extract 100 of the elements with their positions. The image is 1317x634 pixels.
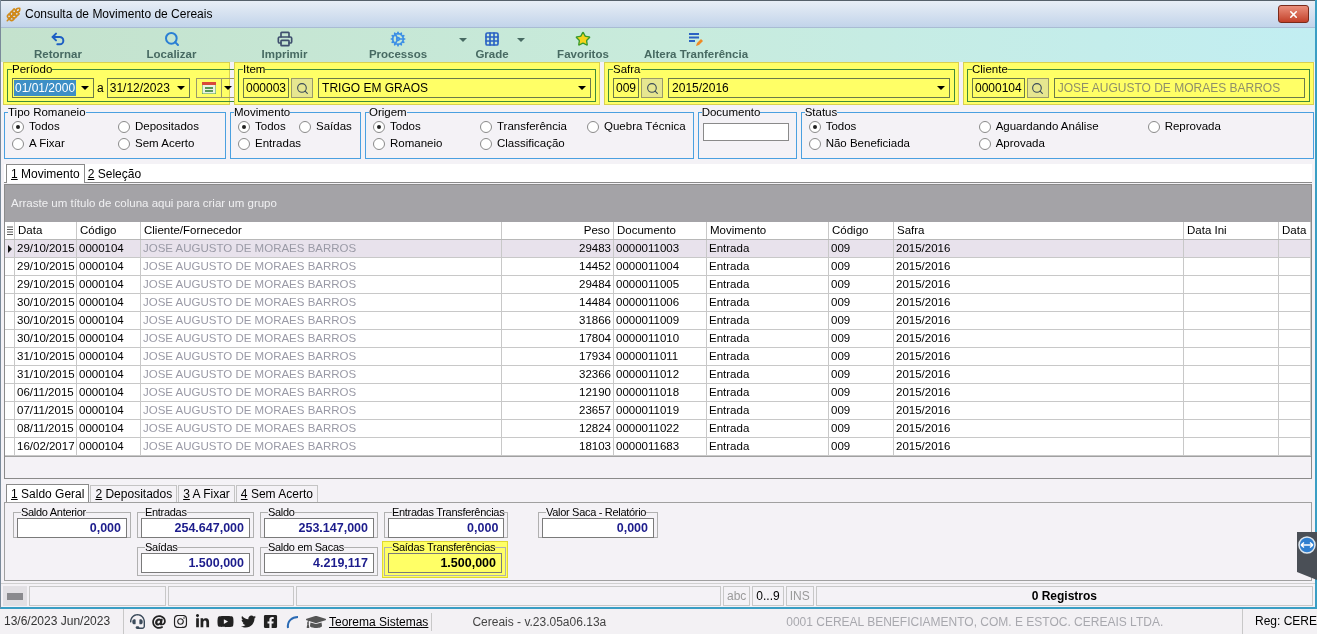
table-row[interactable]: 08/11/2015 0000104 JOSE AUGUSTO DE MORAES BARROS 12824 0000011022 Entrada 009 2015/2016 [5,420,1311,438]
tab[interactable]: 1 Movimento [6,164,85,183]
column-header[interactable]: Cliente/Fornecedor [141,222,502,239]
radio-option[interactable]: Quebra Técnica [587,119,686,135]
graduation-cap-icon[interactable] [306,613,326,630]
table-cell: 009 [831,422,851,434]
name-dropdown[interactable]: TRIGO EM GRAOS [318,78,591,98]
table-row[interactable]: 31/10/2015 0000104 JOSE AUGUSTO DE MORAES BARROS 32366 0000011012 Entrada 009 2015/2016 [5,366,1311,384]
table-cell: 2015/2016 [896,296,951,308]
toolbar-button[interactable]: Favoritos [529,28,637,62]
column-header[interactable]: Código [77,222,141,239]
toolbar-button[interactable]: Imprimir [228,28,341,62]
table-row[interactable]: 30/10/2015 0000104 JOSE AUGUSTO DE MORAES BARROS 14484 0000011006 Entrada 009 2015/2016 [5,294,1311,312]
table-row[interactable]: 29/10/2015 0000104 JOSE AUGUSTO DE MORAES BARROS 29483 0000011003 Entrada 009 2015/2016 [5,240,1311,258]
document-field[interactable] [702,123,789,141]
table-cell: JOSE AUGUSTO DE MORAES BARROS [143,296,357,308]
close-button[interactable] [1278,5,1309,23]
table-cell: 31/10/2015 [17,350,75,362]
keyboard-icon[interactable] [3,585,27,606]
headset-icon[interactable] [130,614,145,629]
column-header[interactable]: Documento [614,222,707,239]
radio-option[interactable]: Todos [373,119,421,135]
table-cell: Entrada [709,440,750,452]
table-cell: 009 [831,332,851,344]
column-header[interactable]: Data [1279,222,1311,239]
table-row[interactable]: 07/11/2015 0000104 JOSE AUGUSTO DE MORAES BARROS 23657 0000011019 Entrada 009 2015/2016 [5,402,1311,420]
table-row[interactable]: 29/10/2015 0000104 JOSE AUGUSTO DE MORAES BARROS 29484 0000011005 Entrada 009 2015/2016 [5,276,1311,294]
table-cell: 30/10/2015 [17,332,75,344]
name-dropdown[interactable]: 2015/2016 [668,78,950,98]
search-button[interactable] [1026,78,1049,98]
table-row[interactable]: 30/10/2015 0000104 JOSE AUGUSTO DE MORAES BARROS 31866 0000011009 Entrada 009 2015/2016 [5,312,1311,330]
table-cell: 2015/2016 [896,242,951,254]
radio-option[interactable]: Sem Acerto [118,136,195,152]
group-label: Movimento [234,106,291,118]
column-header[interactable]: Data Ini [1184,222,1279,239]
radio-option[interactable]: A Fixar [12,136,65,152]
toolbar-button[interactable]: Grade [471,28,529,62]
table-row[interactable]: 30/10/2015 0000104 JOSE AUGUSTO DE MORAES BARROS 17804 0000011010 Entrada 009 2015/2016 [5,330,1311,348]
at-sign-icon[interactable] [152,614,166,629]
tab[interactable]: 2 Depositados [90,485,178,502]
table-cell: 31866 [579,314,611,326]
table-cell: 009 [831,260,851,272]
radio-option[interactable]: Aprovada [978,136,1045,152]
radio-option[interactable]: Classificação [480,136,565,152]
search-icon [645,81,659,95]
column-header[interactable]: Movimento [707,222,829,239]
linkedin-icon[interactable] [195,614,210,629]
table-cell: 0000011019 [616,404,680,416]
radio-option[interactable]: Depositados [118,119,199,135]
table-cell: Entrada [709,296,750,308]
table-cell: 29/10/2015 [17,260,75,272]
table-cell: 29484 [579,278,611,290]
search-button[interactable] [641,78,664,98]
table-cell: 0000104 [79,296,124,308]
radio-option[interactable]: Todos [238,119,286,135]
table-row[interactable]: 06/11/2015 0000104 JOSE AUGUSTO DE MORAES BARROS 12190 0000011018 Entrada 009 2015/2016 [5,384,1311,402]
search-button[interactable] [291,78,314,98]
table-cell: 0000104 [79,440,124,452]
footer-date: 13/6/2023 Jun/2023 [0,609,124,634]
radio-option[interactable]: Saídas [299,119,352,135]
youtube-icon[interactable] [217,614,234,629]
radio-option[interactable]: Todos [12,119,60,135]
radio-option[interactable]: Todos [808,119,857,135]
code-field[interactable]: 009 [613,78,640,98]
column-header[interactable]: Safra [894,222,1184,239]
column-chooser-icon[interactable] [6,225,13,236]
table-cell: 0000011010 [616,332,680,344]
column-header[interactable]: Data [15,222,77,239]
radio-option[interactable]: Transferência [480,119,567,135]
tab[interactable]: 2 Seleção [84,165,145,182]
table-cell: 009 [831,350,851,362]
company-link[interactable]: Teorema Sistemas [329,612,433,631]
toolbar-button[interactable]: Processos [341,28,471,62]
radio-option[interactable]: Aguardando Análise [978,119,1099,135]
instagram-icon[interactable] [173,614,188,629]
table-cell: Entrada [709,404,750,416]
table-row[interactable]: 31/10/2015 0000104 JOSE AUGUSTO DE MORAES BARROS 17934 0000011011 Entrada 009 2015/2016 [5,348,1311,366]
radio-option[interactable]: Romaneio [373,136,443,152]
column-header[interactable]: Peso [502,222,614,239]
table-cell: 29/10/2015 [17,242,75,254]
date-dropdown[interactable]: 01/01/2000 [12,78,95,98]
code-field[interactable]: 0000104 [972,78,1025,98]
table-cell: JOSE AUGUSTO DE MORAES BARROS [143,314,357,326]
column-header[interactable]: Código [829,222,894,239]
facebook-icon[interactable] [263,614,278,629]
radio-option[interactable]: Entradas [238,136,302,152]
table-row[interactable]: 16/02/2017 0000104 JOSE AUGUSTO DE MORAES BARROS 18103 0000011683 Entrada 009 2015/2016 [5,438,1311,456]
tab[interactable]: 4 Sem Acerto [235,485,318,502]
toolbar-button[interactable]: Altera Tranferência [637,28,755,62]
radio-option[interactable]: Não Beneficiada [808,136,911,152]
swoosh-icon[interactable] [285,614,299,629]
date-dropdown[interactable]: 31/12/2023 [106,78,190,98]
table-row[interactable]: 29/10/2015 0000104 JOSE AUGUSTO DE MORAES BARROS 14452 0000011004 Entrada 009 2015/2016 [5,258,1311,276]
radio-option[interactable]: Reprovada [1147,119,1221,135]
dropdown-arrow-icon [224,86,233,90]
toolbar-button[interactable]: Localizar [115,28,228,62]
twitter-icon[interactable] [241,614,256,629]
code-field[interactable]: 000003 [243,78,290,98]
toolbar-button[interactable]: Retornar [1,28,115,62]
tab[interactable]: 3 A Fixar [178,485,235,502]
